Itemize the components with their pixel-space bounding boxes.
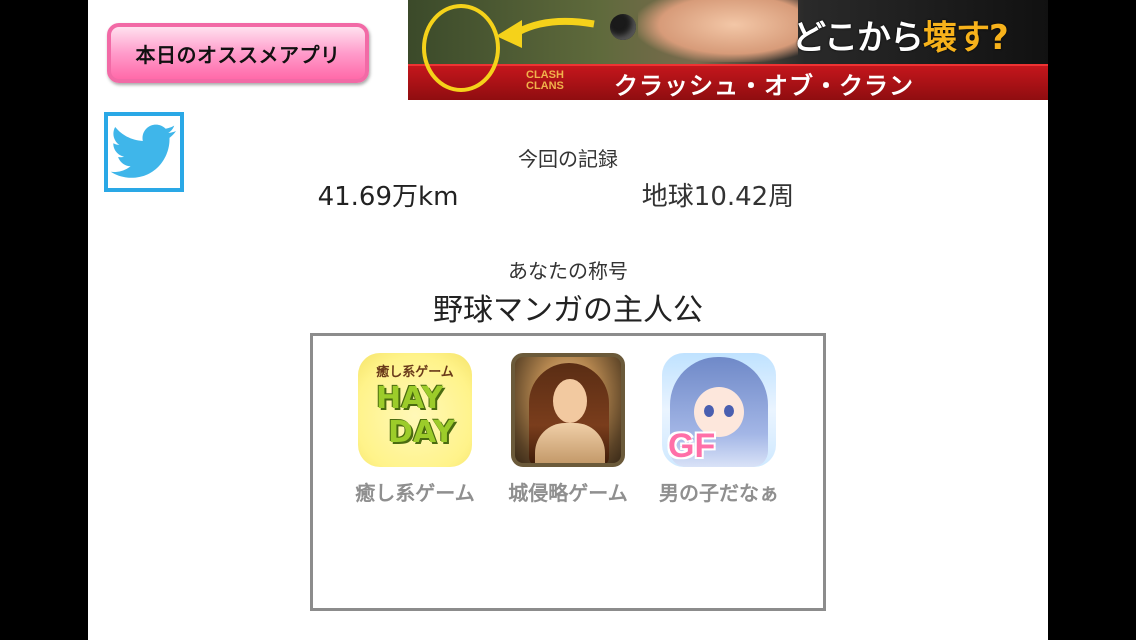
clash-of-clans-logo: CLASH CLANS [526,70,564,92]
recommended-apps-panel: 癒し系ゲーム HAY DAY 癒し系ゲーム 城侵略ゲーム GF 男の子だなぁ [310,333,826,611]
girl-icon-logo: GF [668,427,716,465]
hayday-icon-caption: 癒し系ゲーム [376,365,454,380]
girl-icon-eye [724,405,734,417]
app-name: 男の子だなぁ [659,481,779,505]
app-item-hayday[interactable]: 癒し系ゲーム HAY DAY 癒し系ゲーム [350,353,480,506]
hand-image [638,0,798,62]
right-black-bar [1048,0,1136,640]
app-item-castle[interactable]: 城侵略ゲーム [503,353,633,506]
bomb-icon [610,14,636,40]
girl-icon-eye [704,405,714,417]
banner-subtitle: クラッシュ・オブ・クラン [614,72,914,100]
left-black-bar [0,0,88,640]
castle-warrior-icon [511,353,625,467]
banner-headline-pre: どこから [792,18,924,58]
castle-icon-face [553,379,587,423]
title-label: あなたの称号 [508,259,628,283]
recommended-app-button[interactable]: 本日のオススメアプリ [107,23,369,83]
record-label: 今回の記録 [518,147,618,171]
record-distance: 41.69万km [317,182,459,212]
anime-girl-icon: GF [662,353,776,467]
result-screen: 本日のオススメアプリ どこから壊す? CLASH CLANS クラッシュ・オブ・… [88,0,1048,640]
arrow-icon [496,17,595,48]
twitter-share-button[interactable] [104,112,184,192]
ad-banner[interactable]: どこから壊す? CLASH CLANS クラッシュ・オブ・クラン [408,0,1048,100]
app-name: 城侵略ゲーム [508,481,628,505]
app-item-girlfriend[interactable]: GF 男の子だなぁ [654,353,784,506]
twitter-bird-icon [110,124,176,178]
banner-headline-accent: 壊す [922,18,990,58]
hayday-icon-word1: HAY [376,381,444,416]
hayday-icon-word2: DAY [388,415,455,450]
logo-line2: CLANS [526,80,564,92]
title-value: 野球マンガの主人公 [433,293,703,328]
hayday-icon: 癒し系ゲーム HAY DAY [358,353,472,467]
banner-headline-post: ? [988,18,1009,58]
record-earth-laps: 地球10.42周 [641,182,795,212]
recommended-app-label: 本日のオススメアプリ [135,42,341,67]
banner-headline: どこから壊す? [792,10,1009,59]
app-name: 癒し系ゲーム [355,481,475,505]
